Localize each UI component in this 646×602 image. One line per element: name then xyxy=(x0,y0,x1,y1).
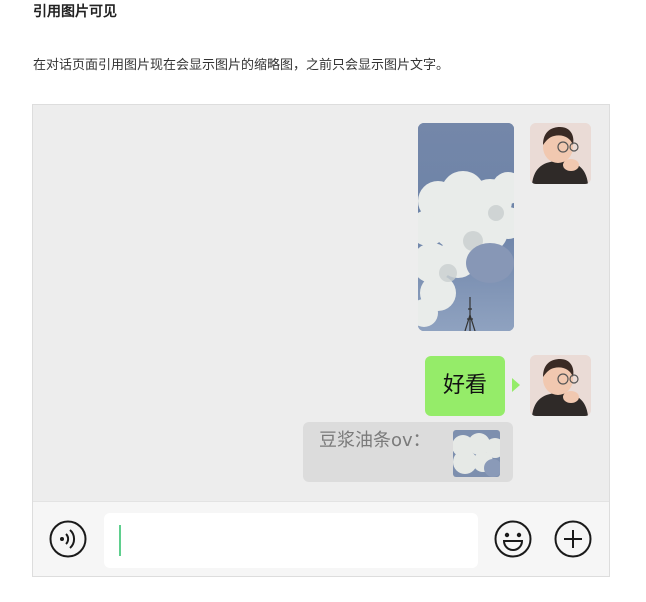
quote-image-thumbnail[interactable] xyxy=(453,430,500,477)
more-button[interactable] xyxy=(554,520,592,558)
emoji-button[interactable] xyxy=(494,520,532,558)
cloud-thumbnail-image xyxy=(453,430,500,477)
voice-icon xyxy=(49,520,87,558)
voice-button[interactable] xyxy=(49,520,87,558)
description-text: 在对话页面引用图片现在会显示图片的缩略图，之前只会显示图片文字。 xyxy=(33,58,450,73)
quoted-message[interactable]: 豆浆油条ov： xyxy=(303,422,513,482)
child-avatar-image xyxy=(530,123,591,184)
avatar[interactable] xyxy=(530,355,591,416)
message-input[interactable] xyxy=(104,513,478,568)
text-message-bubble[interactable]: 好看 xyxy=(425,356,506,416)
emoji-icon xyxy=(494,520,532,558)
quote-sender-text: 豆浆油条ov： xyxy=(319,430,431,451)
avatar[interactable] xyxy=(530,123,591,184)
plus-icon xyxy=(554,520,592,558)
page-title: 引用图片可见 xyxy=(33,4,117,20)
cloud-tower-image xyxy=(418,123,514,331)
input-bar xyxy=(33,501,609,576)
child-avatar-image xyxy=(530,355,591,416)
bubble-tail xyxy=(512,378,520,392)
chat-screenshot: 好看 豆浆油条ov： xyxy=(32,104,610,577)
image-message[interactable] xyxy=(418,123,514,331)
text-caret xyxy=(119,525,121,556)
